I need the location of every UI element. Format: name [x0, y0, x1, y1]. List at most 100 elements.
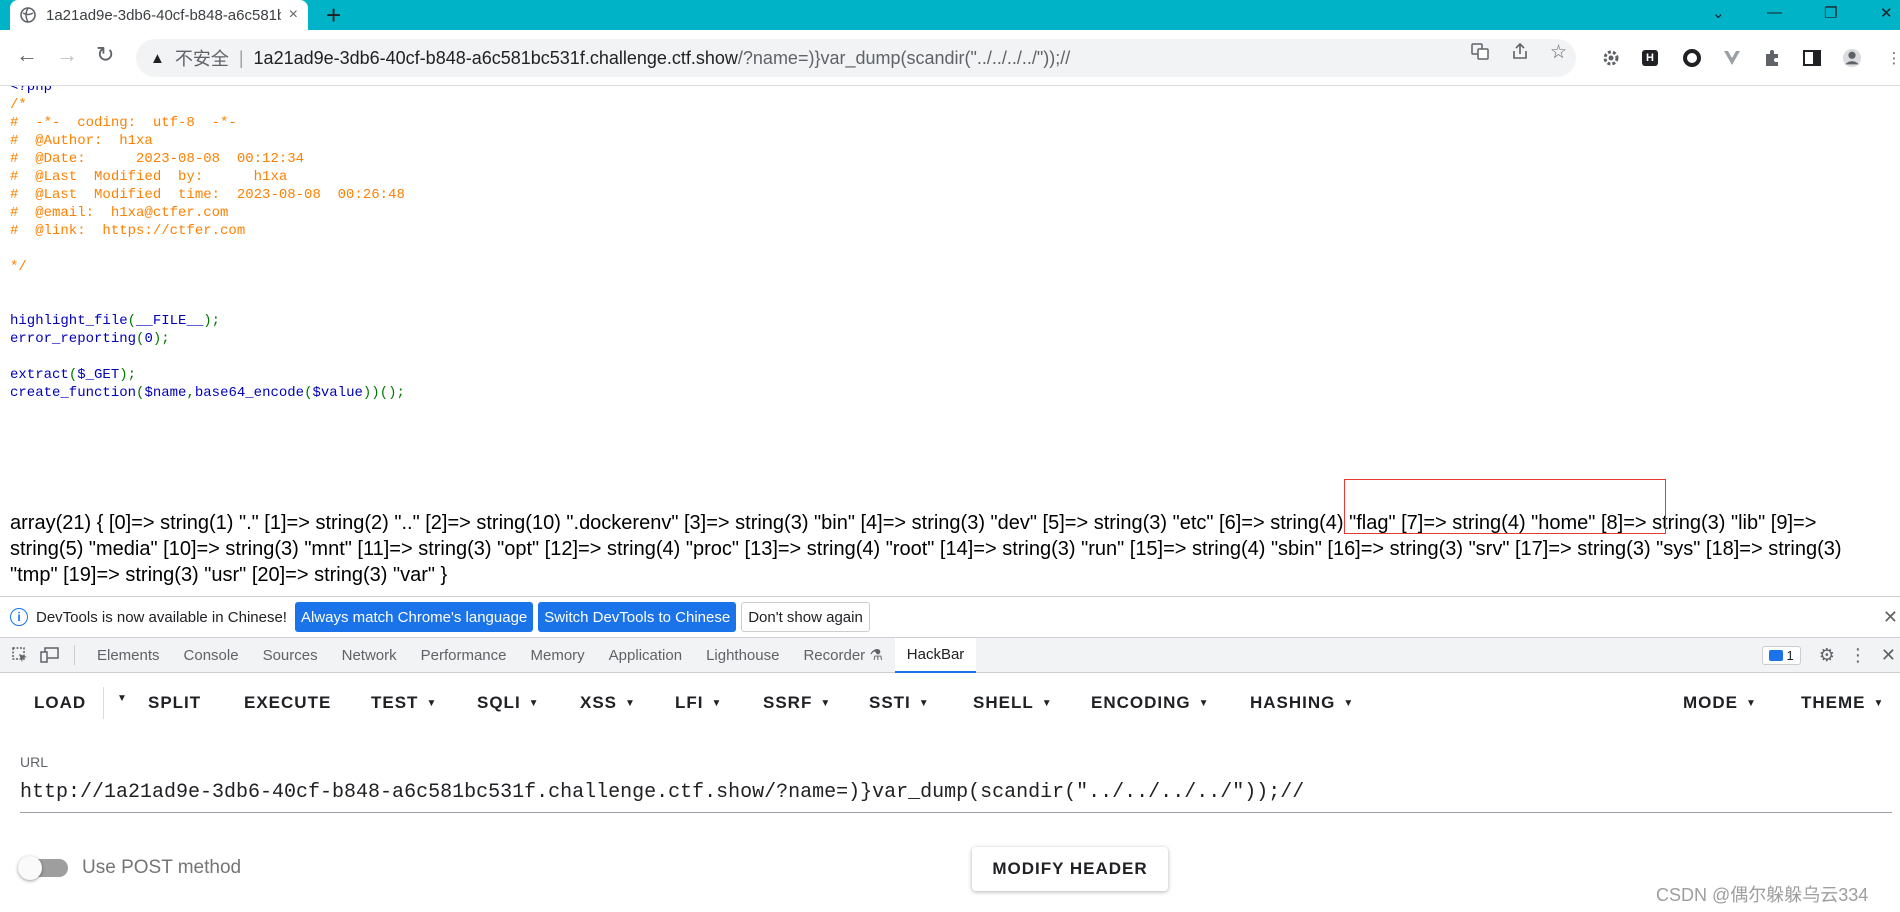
url-host: 1a21ad9e-3db6-40cf-b848-a6c581bc531f.cha… — [253, 47, 738, 68]
caret-down-icon: ▼ — [711, 697, 723, 709]
gear-extension-icon[interactable] — [1601, 48, 1621, 68]
vue-extension-icon[interactable] — [1722, 48, 1742, 68]
infobar-message: DevTools is now available in Chinese! — [36, 608, 287, 626]
match-language-button[interactable]: Always match Chrome's language — [294, 602, 534, 632]
load-label: LOAD — [34, 693, 87, 712]
caret-down-icon: ▼ — [625, 697, 636, 709]
split-button[interactable]: SPLIT — [148, 693, 201, 713]
issues-badge[interactable]: 1 — [1761, 646, 1801, 665]
code-arg-get: $_GET — [77, 367, 120, 383]
tab-title: 1a21ad9e-3db6-40cf-b848-a6c581bc531f.cha… — [46, 6, 281, 24]
tab-close-icon[interactable]: × — [289, 6, 298, 24]
chrome-menu-icon[interactable]: ⋮ — [1884, 48, 1900, 68]
tab-sources[interactable]: Sources — [251, 638, 330, 673]
shell-menu[interactable]: SHELL ▼ — [973, 693, 1053, 713]
tab-hackbar[interactable]: HackBar — [894, 637, 977, 673]
close-devtools-icon[interactable]: ✕ — [1881, 645, 1896, 666]
forward-button[interactable]: → — [56, 44, 78, 66]
caret-down-icon: ▼ — [1198, 697, 1210, 709]
tab-lighthouse[interactable]: Lighthouse — [694, 638, 791, 673]
tab-recorder[interactable]: Recorder ⚗ — [791, 638, 894, 673]
sqli-label: SQLI — [477, 693, 521, 712]
lfi-menu[interactable]: LFI ▼ — [675, 693, 722, 713]
maximize-button[interactable]: ❐ — [1824, 4, 1837, 22]
hackbar-panel: LOAD ▼ SPLIT EXECUTE TEST ▼ SQLI ▼ XSS ▼ LF… — [0, 673, 1900, 912]
flag-highlight-box — [1344, 479, 1666, 534]
caret-down-icon: ▼ — [426, 697, 438, 709]
tab-application[interactable]: Application — [597, 638, 694, 673]
caret-down-icon: ▼ — [1746, 697, 1757, 709]
tab-network[interactable]: Network — [330, 638, 409, 673]
tab-performance[interactable]: Performance — [409, 638, 519, 673]
devtools-right-controls: 1 ⚙ ⋮ ✕ — [1761, 638, 1900, 673]
encoding-menu[interactable]: ENCODING ▼ — [1091, 693, 1210, 713]
bookmark-star-icon[interactable]: ☆ — [1550, 41, 1567, 64]
new-tab-button[interactable]: + — [326, 2, 341, 28]
csdn-watermark: CSDN @偶尔躲躲乌云334 — [1656, 885, 1869, 905]
hackbar-menu: LOAD ▼ SPLIT EXECUTE TEST ▼ SQLI ▼ XSS ▼ LF… — [0, 673, 1900, 733]
page-content: <?php /* # -*- coding: utf-8 -*- # @Auth… — [0, 86, 1900, 596]
inspect-element-icon[interactable] — [10, 645, 30, 665]
globe-icon — [20, 7, 36, 23]
browser-toolbar: ← → ↻ ▲ 不安全 | 1a21ad9e-3db6-40cf-b848-a6… — [0, 30, 1900, 86]
close-window-button[interactable]: ✕ — [1880, 4, 1893, 22]
post-method-toggle[interactable] — [18, 856, 68, 880]
load-dropdown-button[interactable]: ▼ — [109, 693, 128, 704]
address-bar[interactable]: ▲ 不安全 | 1a21ad9e-3db6-40cf-b848-a6c581bc… — [136, 39, 1576, 77]
tab-memory[interactable]: Memory — [519, 638, 597, 673]
extensions-puzzle-icon[interactable] — [1762, 48, 1782, 68]
url-textarea[interactable]: http://1a21ad9e-3db6-40cf-b848-a6c581bc5… — [20, 781, 1892, 813]
share-icon[interactable] — [1510, 41, 1530, 67]
message-icon — [1768, 650, 1783, 661]
info-icon: i — [10, 608, 28, 626]
hackbar-extension-icon[interactable]: H — [1642, 50, 1658, 66]
load-button[interactable]: LOAD — [34, 693, 86, 713]
dont-show-again-button[interactable]: Don't show again — [741, 602, 870, 632]
xss-label: XSS — [580, 693, 618, 712]
translate-icon[interactable] — [1470, 41, 1490, 67]
code-arg-zero: 0 — [144, 331, 153, 347]
execute-button[interactable]: EXECUTE — [244, 693, 331, 713]
reload-button[interactable]: ↻ — [96, 44, 114, 66]
issues-count: 1 — [1786, 648, 1794, 663]
devtools-tabbar: Elements Console Sources Network Perform… — [0, 637, 1900, 673]
circle-extension-icon[interactable] — [1682, 48, 1702, 68]
security-label[interactable]: 不安全 — [175, 45, 229, 71]
profile-avatar-icon[interactable] — [1842, 48, 1862, 68]
mode-menu[interactable]: MODE ▼ — [1683, 693, 1757, 713]
switch-chinese-button[interactable]: Switch DevTools to Chinese — [538, 602, 737, 632]
php-open-tag: <?php — [10, 86, 53, 95]
warning-icon[interactable]: ▲ — [150, 50, 165, 67]
caret-down-icon: ▼ — [1041, 697, 1053, 709]
load-divider — [103, 687, 104, 719]
theme-label: THEME — [1801, 693, 1866, 712]
ssti-menu[interactable]: SSTI ▼ — [869, 693, 930, 713]
xss-menu[interactable]: XSS ▼ — [580, 693, 636, 713]
device-toolbar-icon[interactable] — [40, 645, 60, 665]
tab-elements[interactable]: Elements — [85, 638, 172, 673]
hashing-menu[interactable]: HASHING ▼ — [1250, 693, 1354, 713]
code-fn-error: error_reporting — [10, 331, 137, 347]
caret-down-icon: ▼ — [117, 693, 128, 704]
sqli-menu[interactable]: SQLI ▼ — [477, 693, 540, 713]
modify-header-button[interactable]: MODIFY HEADER — [972, 847, 1168, 891]
more-options-icon[interactable]: ⋮ — [1849, 645, 1867, 666]
minimize-button[interactable]: — — [1767, 4, 1782, 21]
theme-menu[interactable]: THEME ▼ — [1801, 693, 1884, 713]
code-arg-file: __FILE__ — [136, 313, 204, 329]
tab-console[interactable]: Console — [172, 638, 251, 673]
code-fn-create: create_function — [10, 385, 137, 401]
side-panel-icon[interactable] — [1802, 48, 1822, 68]
ssrf-menu[interactable]: SSRF ▼ — [763, 693, 831, 713]
caret-down-icon: ▼ — [918, 697, 930, 709]
test-menu[interactable]: TEST ▼ — [371, 693, 437, 713]
caret-down-icon: ▼ — [1873, 697, 1885, 709]
address-separator: | — [238, 47, 244, 68]
tab-search-icon[interactable]: ⌄ — [1712, 4, 1725, 22]
settings-gear-icon[interactable]: ⚙ — [1819, 645, 1835, 666]
post-method-label: Use POST method — [82, 857, 242, 878]
back-button[interactable]: ← — [16, 44, 38, 66]
browser-tab[interactable]: 1a21ad9e-3db6-40cf-b848-a6c581bc531f.cha… — [10, 0, 308, 30]
hashing-label: HASHING — [1250, 693, 1336, 712]
infobar-close-icon[interactable]: ✕ — [1883, 607, 1898, 628]
